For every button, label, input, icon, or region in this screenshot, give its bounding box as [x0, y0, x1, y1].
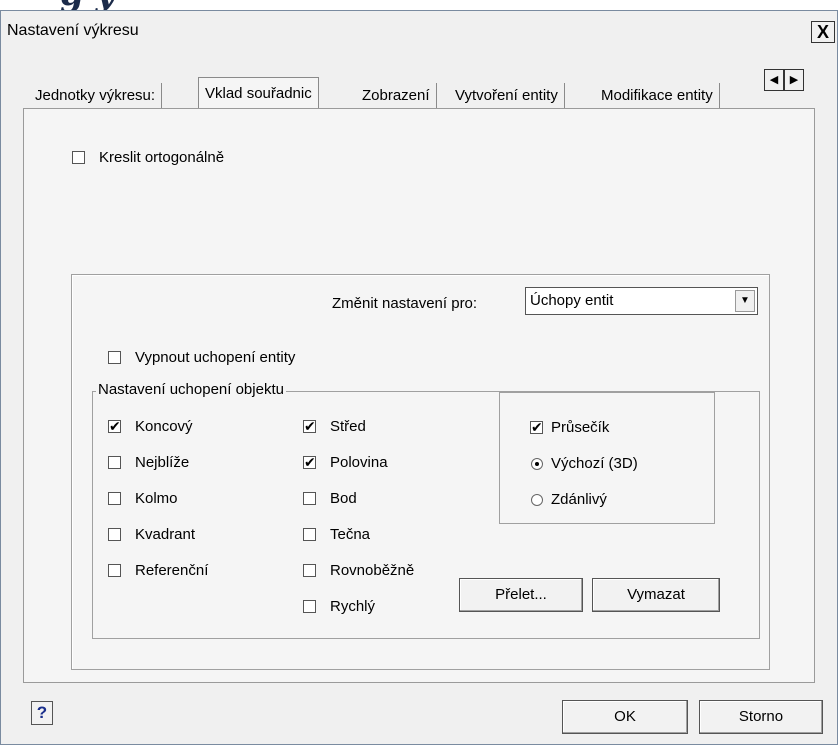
select-value: Úchopy entit	[530, 292, 614, 309]
checkbox-label: Nejblíže	[135, 454, 190, 471]
checkbox-box[interactable]	[108, 417, 121, 435]
tab-display[interactable]: Zobrazení	[356, 83, 437, 109]
close-button[interactable]: X	[811, 21, 835, 43]
tab-coordinate-input[interactable]: Vklad souřadnic	[198, 77, 319, 111]
tab-scroll-left-icon[interactable]: ◀	[764, 69, 784, 91]
checkbox-box[interactable]	[72, 151, 85, 164]
tab-scroll-right-icon[interactable]: ▶	[784, 69, 804, 91]
checkbox-label: Kolmo	[135, 490, 178, 507]
disable-snap-checkbox[interactable]: Vypnout uchopení entity	[108, 349, 295, 366]
snap-endpoint-checkbox[interactable]: Koncový	[108, 417, 193, 435]
snap-intersection-checkbox[interactable]: Průsečík	[530, 418, 610, 436]
checkbox-box[interactable]	[303, 528, 316, 541]
checkbox-label: Střed	[330, 418, 366, 435]
checkbox-box[interactable]	[108, 456, 121, 469]
checkbox-box[interactable]	[303, 564, 316, 577]
radio-default-3d[interactable]: Výchozí (3D)	[531, 455, 638, 472]
checkbox-box[interactable]	[108, 351, 121, 364]
change-settings-label: Změnit nastavení pro:	[332, 295, 478, 312]
checkbox-label: Rovnoběžně	[330, 562, 415, 579]
checkbox-label: Vypnout uchopení entity	[135, 349, 296, 366]
radio-label: Výchozí (3D)	[551, 455, 638, 472]
change-settings-select[interactable]: Úchopy entit ▼	[525, 287, 758, 315]
tab-page: Kreslit ortogonálně Změnit nastavení pro…	[23, 108, 815, 683]
snap-parallel-checkbox[interactable]: Rovnoběžně	[303, 562, 414, 579]
checkbox-label: Průsečík	[551, 419, 610, 436]
checkbox-box[interactable]	[303, 600, 316, 613]
intersection-group: Průsečík Výchozí (3D) Zdánlivý	[499, 392, 715, 524]
orthogonal-checkbox[interactable]: Kreslit ortogonálně	[72, 149, 224, 166]
help-button[interactable]: ?	[31, 701, 53, 725]
object-snap-group: Nastavení uchopení objektu Koncový Nejbl…	[92, 381, 760, 639]
radio-apparent[interactable]: Zdánlivý	[531, 491, 607, 508]
checkbox-box[interactable]	[303, 492, 316, 505]
tab-entity-modification[interactable]: Modifikace entity	[595, 83, 720, 109]
snap-settings-panel: Změnit nastavení pro: Úchopy entit ▼ Vyp…	[71, 274, 770, 670]
checkbox-box[interactable]	[108, 528, 121, 541]
chevron-down-icon[interactable]: ▼	[735, 290, 755, 312]
checkbox-label: Rychlý	[330, 598, 376, 615]
group-title: Nastavení uchopení objektu	[96, 381, 286, 398]
tab-drawing-units[interactable]: Jednotky výkresu:	[29, 83, 163, 109]
flyover-button[interactable]: Přelet...	[459, 578, 583, 612]
tab-entity-creation[interactable]: Vytvoření entity	[449, 83, 565, 109]
ok-button[interactable]: OK	[562, 700, 688, 734]
checkbox-label: Kvadrant	[135, 526, 196, 543]
clear-button[interactable]: Vymazat	[592, 578, 720, 612]
snap-nearest-checkbox[interactable]: Nejblíže	[108, 454, 189, 471]
cancel-button[interactable]: Storno	[699, 700, 823, 734]
checkbox-box[interactable]	[530, 418, 543, 436]
checkbox-label: Kreslit ortogonálně	[99, 149, 225, 166]
snap-perpendicular-checkbox[interactable]: Kolmo	[108, 490, 178, 507]
radio-label: Zdánlivý	[551, 491, 607, 508]
dialog-title: Nastavení výkresu	[7, 22, 139, 39]
checkbox-label: Tečna	[330, 526, 371, 543]
radio-button[interactable]	[531, 493, 543, 506]
radio-button[interactable]	[531, 457, 543, 470]
snap-tangent-checkbox[interactable]: Tečna	[303, 526, 370, 543]
checkbox-box[interactable]	[108, 492, 121, 505]
snap-reference-checkbox[interactable]: Referenční	[108, 562, 208, 579]
checkbox-box[interactable]	[108, 564, 121, 577]
snap-midpoint-checkbox[interactable]: Polovina	[303, 453, 388, 471]
checkbox-label: Referenční	[135, 562, 209, 579]
snap-point-checkbox[interactable]: Bod	[303, 490, 357, 507]
checkbox-box[interactable]	[303, 417, 316, 435]
snap-center-checkbox[interactable]: Střed	[303, 417, 366, 435]
checkbox-box[interactable]	[303, 453, 316, 471]
title-bar: Nastavení výkresu X	[1, 11, 837, 51]
checkbox-label: Polovina	[330, 454, 388, 471]
checkbox-label: Koncový	[135, 418, 193, 435]
snap-quick-checkbox[interactable]: Rychlý	[303, 598, 375, 615]
checkbox-label: Bod	[330, 490, 357, 507]
settings-dialog: Nastavení výkresu X Jednotky výkresu: Vk…	[0, 10, 838, 745]
snap-quadrant-checkbox[interactable]: Kvadrant	[108, 526, 195, 543]
